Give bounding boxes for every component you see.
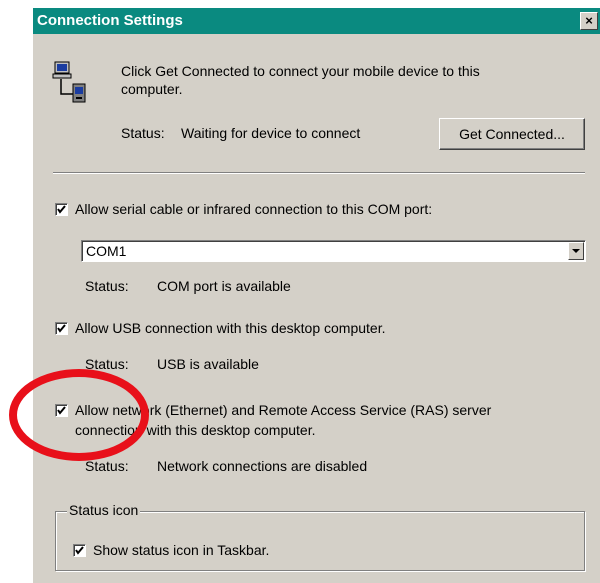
serial-status-label: Status: [85,278,129,294]
show-status-icon-checkbox[interactable] [73,544,86,557]
network-label-line1[interactable]: Allow network (Ethernet) and Remote Acce… [75,402,491,418]
network-label-line2[interactable]: connection with this desktop computer. [75,422,315,438]
close-button[interactable]: × [580,12,598,30]
com-port-select[interactable]: COM1 [81,240,586,262]
usb-checkbox[interactable] [55,322,68,335]
serial-label[interactable]: Allow serial cable or infrared connectio… [75,201,432,217]
usb-status-label: Status: [85,356,129,372]
show-status-icon-label[interactable]: Show status icon in Taskbar. [93,542,269,558]
usb-label[interactable]: Allow USB connection with this desktop c… [75,320,386,336]
checkmark-icon [57,406,66,415]
com-port-dropdown-button[interactable] [568,242,584,260]
checkmark-icon [75,546,84,555]
network-status-value: Network connections are disabled [157,458,368,474]
network-checkbox[interactable] [55,404,68,417]
window-title: Connection Settings [37,12,183,29]
network-status-label: Status: [85,458,129,474]
status-icon-groupbox [55,511,585,571]
intro-status-label: Status: [121,125,165,141]
checkmark-icon [57,205,66,214]
get-connected-button[interactable]: Get Connected... [439,118,585,150]
usb-status-value: USB is available [157,356,259,372]
intro-status-value: Waiting for device to connect [181,125,361,141]
intro-text-line2: computer. [121,81,183,97]
com-port-value: COM1 [86,243,127,259]
title-bar[interactable]: Connection Settings × [33,8,600,34]
section-divider [53,172,585,174]
intro-text-line1: Click Get Connected to connect your mobi… [121,63,480,79]
connection-settings-dialog: Connection Settings × Click Get Connecte… [32,8,600,583]
close-icon: × [585,13,593,28]
chevron-down-icon [572,249,580,253]
checkmark-icon [57,324,66,333]
status-icon-group-legend: Status icon [67,502,141,518]
serial-status-value: COM port is available [157,278,291,294]
device-connection-icon [51,60,91,106]
serial-checkbox[interactable] [55,203,68,216]
